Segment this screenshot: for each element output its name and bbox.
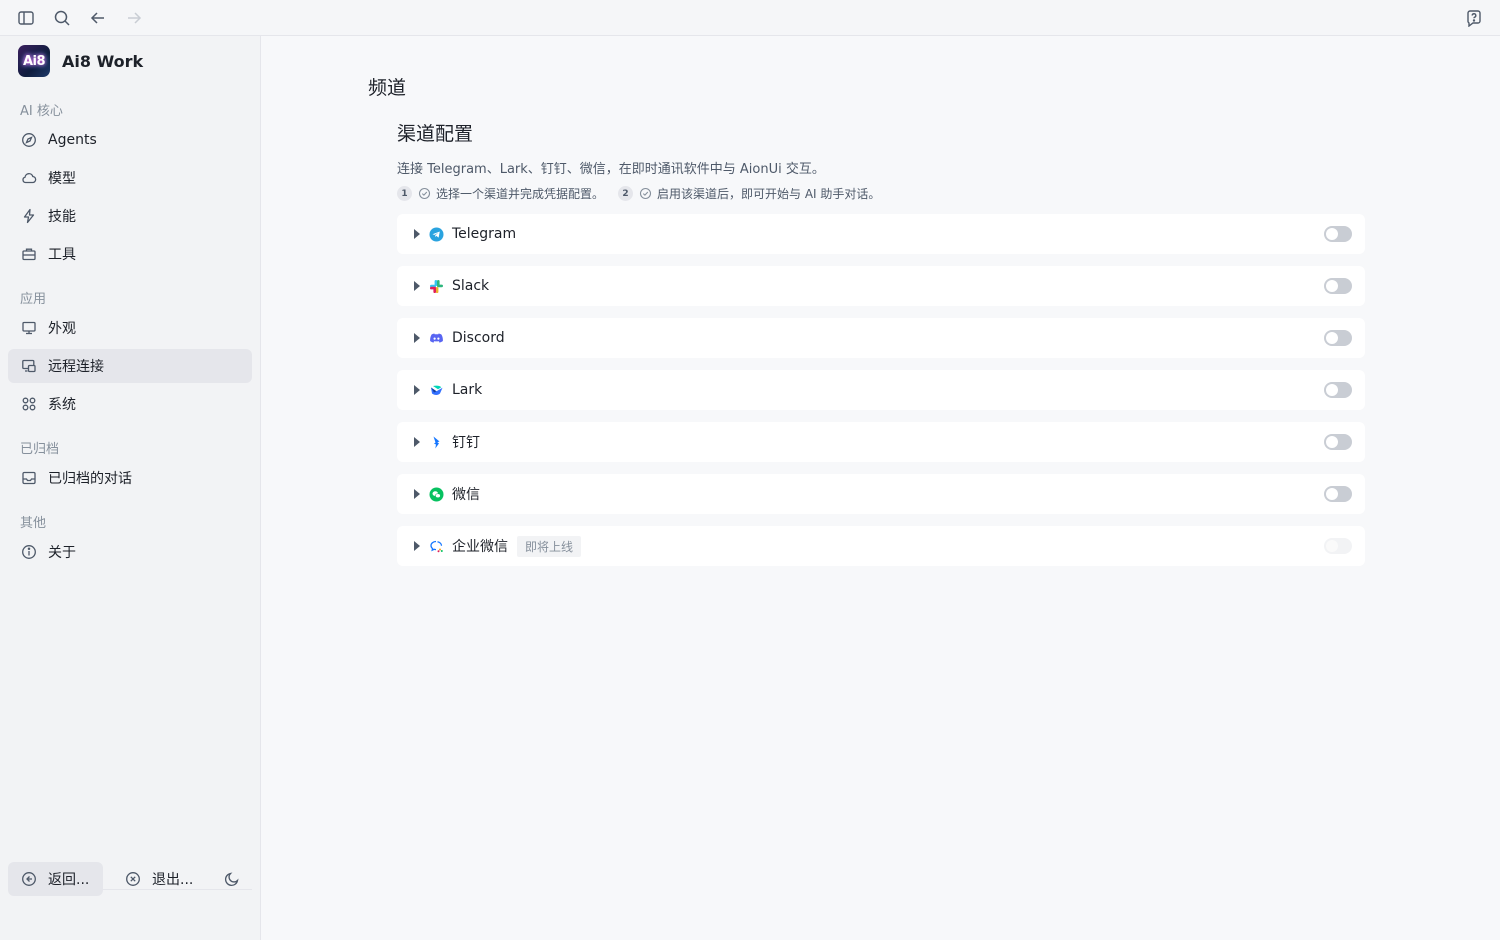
lark-icon [429, 383, 444, 398]
sidebar-toggle-icon[interactable] [16, 8, 36, 28]
check-circle-icon [418, 187, 431, 200]
telegram-icon [429, 227, 444, 242]
sidebar-item-skills[interactable]: 技能 [8, 199, 252, 233]
exit-button[interactable]: 退出... [112, 862, 207, 896]
channel-row-slack[interactable]: Slack [397, 266, 1365, 306]
sidebar-item-models[interactable]: 模型 [8, 161, 252, 195]
exit-button-label: 退出... [152, 872, 194, 888]
monitor-icon [20, 319, 38, 337]
help-icon[interactable] [1464, 8, 1484, 28]
step-number: 1 [397, 186, 412, 201]
sidebar-item-label: 外观 [48, 321, 76, 337]
sidebar-item-label: 远程连接 [48, 359, 104, 375]
sidebar-item-label: 工具 [48, 247, 76, 263]
page-title: 频道 [368, 77, 407, 99]
check-circle-icon [639, 187, 652, 200]
forward-arrow-icon[interactable] [124, 8, 144, 28]
channel-name: 钉钉 [452, 435, 480, 451]
step-text: 选择一个渠道并完成凭据配置。 [436, 187, 605, 201]
caret-right-icon[interactable] [412, 385, 422, 395]
theme-toggle-button[interactable] [220, 862, 250, 896]
channel-name: Discord [452, 330, 505, 346]
back-circle-icon [20, 870, 38, 888]
sidebar-item-label: 关于 [48, 545, 76, 561]
step-number: 2 [618, 186, 634, 201]
app-name: Ai8 Work [62, 51, 144, 71]
sidebar-item-label: 系统 [48, 397, 76, 413]
compass-icon [20, 131, 38, 149]
channel-name: 微信 [452, 487, 480, 503]
sidebar-item-label: 技能 [48, 209, 76, 225]
channel-toggle[interactable] [1324, 226, 1352, 242]
section-title-ai-core: AI 核心 [20, 104, 63, 119]
close-circle-icon [124, 870, 142, 888]
sidebar-item-label: 模型 [48, 171, 76, 187]
title-bar [0, 0, 1500, 36]
sidebar-item-archived-chats[interactable]: 已归档的对话 [8, 461, 252, 495]
channel-name: Lark [452, 382, 483, 398]
channel-toggle[interactable] [1324, 330, 1352, 346]
sidebar: Ai8 Ai8 Work AI 核心 Agents 模型 技能 工具 应用 外观… [0, 36, 261, 940]
channel-name: Telegram [452, 226, 517, 242]
sidebar-item-agents[interactable]: Agents [8, 123, 252, 157]
channel-row-wecom[interactable]: 企业微信 即将上线 [397, 526, 1365, 566]
setup-steps: 1 选择一个渠道并完成凭据配置。 2 启用该渠道后，即可开始与 AI 助手对话。 [397, 185, 880, 202]
sidebar-item-label: 已归档的对话 [48, 471, 132, 487]
caret-right-icon[interactable] [412, 541, 422, 551]
sidebar-item-about[interactable]: 关于 [8, 535, 252, 569]
caret-right-icon[interactable] [412, 489, 422, 499]
coming-soon-badge: 即将上线 [517, 535, 582, 557]
caret-right-icon[interactable] [412, 437, 422, 447]
archive-icon [20, 469, 38, 487]
dingtalk-icon [429, 435, 444, 450]
channel-row-discord[interactable]: Discord [397, 318, 1365, 358]
channel-row-wechat[interactable]: 微信 [397, 474, 1365, 514]
channel-name: 企业微信 [452, 539, 508, 555]
sidebar-item-appearance[interactable]: 外观 [8, 311, 252, 345]
cloud-icon [20, 169, 38, 187]
toolbox-icon [20, 245, 38, 263]
moon-icon [224, 870, 240, 888]
info-icon [20, 543, 38, 561]
section-title-other: 其他 [20, 516, 47, 531]
section-description: 连接 Telegram、Lark、钉钉、微信，在即时通讯软件中与 AionUi … [397, 162, 825, 177]
lightning-icon [20, 207, 38, 225]
discord-icon [429, 331, 444, 346]
channel-toggle[interactable] [1324, 382, 1352, 398]
back-button-label: 返回... [48, 872, 90, 888]
section-title-archived: 已归档 [20, 442, 60, 457]
sidebar-item-label: Agents [48, 132, 97, 148]
section-title-apps: 应用 [20, 292, 47, 307]
app-logo: Ai8 [18, 45, 50, 77]
search-icon[interactable] [52, 8, 72, 28]
wecom-icon [429, 539, 444, 554]
channel-toggle[interactable] [1324, 486, 1352, 502]
sidebar-item-tools[interactable]: 工具 [8, 237, 252, 271]
grid-icon [20, 395, 38, 413]
caret-right-icon[interactable] [412, 281, 422, 291]
sidebar-item-remote-connection[interactable]: 远程连接 [8, 349, 252, 383]
channel-toggle [1324, 538, 1352, 554]
caret-right-icon[interactable] [412, 333, 422, 343]
back-arrow-icon[interactable] [88, 8, 108, 28]
caret-right-icon[interactable] [412, 229, 422, 239]
channel-name: Slack [452, 278, 490, 294]
brand[interactable]: Ai8 Ai8 Work [18, 45, 143, 77]
channel-row-dingtalk[interactable]: 钉钉 [397, 422, 1365, 462]
sidebar-item-system[interactable]: 系统 [8, 387, 252, 421]
wechat-icon [429, 487, 444, 502]
channel-row-lark[interactable]: Lark [397, 370, 1365, 410]
channel-toggle[interactable] [1324, 434, 1352, 450]
remote-icon [20, 357, 38, 375]
channel-row-telegram[interactable]: Telegram [397, 214, 1365, 254]
channel-toggle[interactable] [1324, 278, 1352, 294]
step-text: 启用该渠道后，即可开始与 AI 助手对话。 [657, 187, 881, 201]
slack-icon [429, 279, 444, 294]
section-title: 渠道配置 [397, 123, 474, 145]
back-button[interactable]: 返回... [8, 862, 103, 896]
